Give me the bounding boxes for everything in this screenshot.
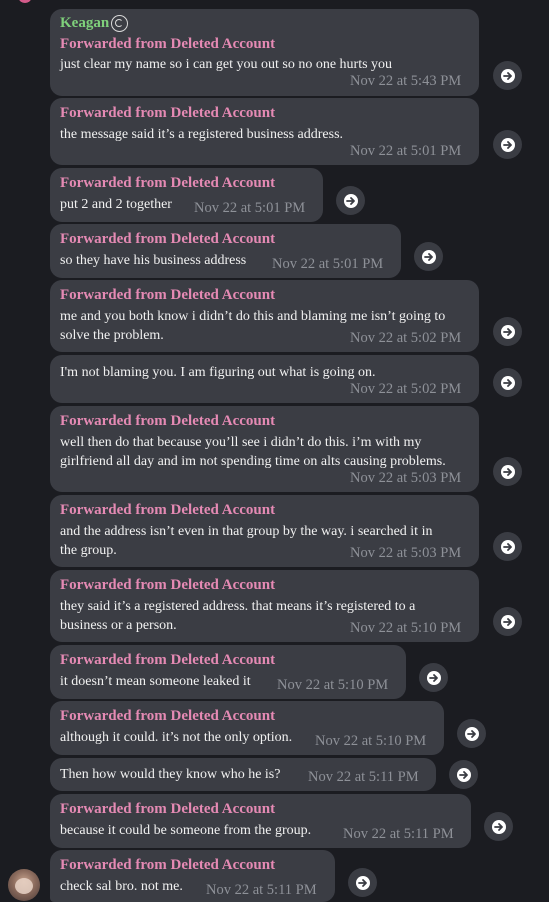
- message-text: Then how would they know who he is?: [60, 767, 281, 782]
- share-arrow-icon: [464, 726, 479, 741]
- message-time: Nov 22 at 5:43 PM: [350, 73, 462, 89]
- message-text-line-1: and the address isn’t even in that group…: [60, 524, 433, 539]
- message-text: it doesn’t mean someone leaked it: [60, 674, 251, 689]
- share-button[interactable]: [484, 812, 513, 841]
- message-time: Nov 22 at 5:11 PM: [308, 769, 419, 785]
- forwarded-header[interactable]: Forwarded from Deleted Account: [60, 652, 275, 669]
- share-button[interactable]: [493, 532, 522, 561]
- share-button[interactable]: [419, 663, 448, 692]
- forwarded-header[interactable]: Forwarded from Deleted Account: [60, 287, 275, 304]
- message-text: check sal bro. not me.: [60, 879, 183, 894]
- message-time: Nov 22 at 5:10 PM: [277, 677, 389, 693]
- message-time: Nov 22 at 5:10 PM: [350, 620, 462, 636]
- message-time: Nov 22 at 5:02 PM: [350, 330, 462, 346]
- share-arrow-icon: [500, 614, 515, 629]
- share-button[interactable]: [414, 242, 443, 271]
- share-arrow-icon: [456, 767, 471, 782]
- message-text-line-2: solve the problem.: [60, 328, 164, 343]
- share-button[interactable]: [493, 457, 522, 486]
- message-text-line-2: girlfriend all day and im not spending t…: [60, 454, 446, 469]
- message-time: Nov 22 at 5:01 PM: [194, 200, 306, 216]
- message-text: I'm not blaming you. I am figuring out w…: [60, 365, 376, 380]
- message-text-line-2: the group.: [60, 543, 117, 558]
- share-arrow-icon: [343, 193, 358, 208]
- share-arrow-icon: [426, 670, 441, 685]
- message-text: although it could. it’s not the only opt…: [60, 730, 293, 745]
- sender-name[interactable]: Keagan: [60, 15, 129, 32]
- message-text: just clear my name so i can get you out …: [60, 57, 393, 72]
- forwarded-header[interactable]: Forwarded from Deleted Account: [60, 231, 275, 248]
- message-time: Nov 22 at 5:11 PM: [206, 882, 317, 898]
- share-arrow-icon: [500, 137, 515, 152]
- share-button[interactable]: [493, 130, 522, 159]
- share-button[interactable]: [336, 186, 365, 215]
- forwarded-header[interactable]: Forwarded from Deleted Account: [60, 801, 275, 818]
- message-text: the message said it’s a registered busin…: [60, 127, 344, 142]
- chat-history: Keagan Forwarded from Deleted Account ju…: [0, 0, 549, 902]
- share-button[interactable]: [493, 607, 522, 636]
- share-arrow-icon: [500, 68, 515, 83]
- share-arrow-icon: [500, 324, 515, 339]
- message-text: put 2 and 2 together: [60, 197, 172, 212]
- forwarded-header[interactable]: Forwarded from Deleted Account: [60, 105, 275, 122]
- message-text-line-1: they said it’s a registered address. tha…: [60, 599, 416, 614]
- forwarded-header[interactable]: Forwarded from Deleted Account: [60, 502, 275, 519]
- message-text: so they have his business address: [60, 253, 247, 268]
- share-arrow-icon: [500, 539, 515, 554]
- forwarded-header[interactable]: Forwarded from Deleted Account: [60, 413, 275, 430]
- share-button[interactable]: [493, 61, 522, 90]
- message-text-line-2: business or a person.: [60, 618, 177, 633]
- message-time: Nov 22 at 5:03 PM: [350, 545, 462, 561]
- forwarded-header[interactable]: Forwarded from Deleted Account: [60, 708, 275, 725]
- message-time: Nov 22 at 5:03 PM: [350, 470, 462, 486]
- message-text-line-1: me and you both know i didn’t do this an…: [60, 309, 446, 324]
- message-time: Nov 22 at 5:02 PM: [350, 381, 462, 397]
- share-arrow-icon: [355, 875, 370, 890]
- avatar-top-partial: [19, 0, 31, 3]
- share-button[interactable]: [457, 719, 486, 748]
- forwarded-header[interactable]: Forwarded from Deleted Account: [60, 175, 275, 192]
- user-avatar[interactable]: [8, 869, 40, 901]
- message-time: Nov 22 at 5:01 PM: [350, 143, 462, 159]
- swirl-badge-icon: [111, 15, 129, 32]
- message-text: because it could be someone from the gro…: [60, 823, 312, 838]
- share-button[interactable]: [449, 760, 478, 789]
- share-button[interactable]: [348, 868, 377, 897]
- share-arrow-icon: [421, 249, 436, 264]
- forwarded-header[interactable]: Forwarded from Deleted Account: [60, 857, 275, 874]
- share-arrow-icon: [500, 464, 515, 479]
- share-button[interactable]: [493, 368, 522, 397]
- share-button[interactable]: [493, 317, 522, 346]
- message-text-line-1: well then do that because you’ll see i d…: [60, 435, 422, 450]
- message-time: Nov 22 at 5:10 PM: [315, 733, 427, 749]
- forwarded-header[interactable]: Forwarded from Deleted Account: [60, 36, 275, 53]
- share-arrow-icon: [491, 819, 506, 834]
- share-arrow-icon: [500, 375, 515, 390]
- message-time: Nov 22 at 5:01 PM: [272, 256, 384, 272]
- sender-name-text: Keagan: [60, 15, 110, 31]
- message-time: Nov 22 at 5:11 PM: [343, 826, 454, 842]
- forwarded-header[interactable]: Forwarded from Deleted Account: [60, 577, 275, 594]
